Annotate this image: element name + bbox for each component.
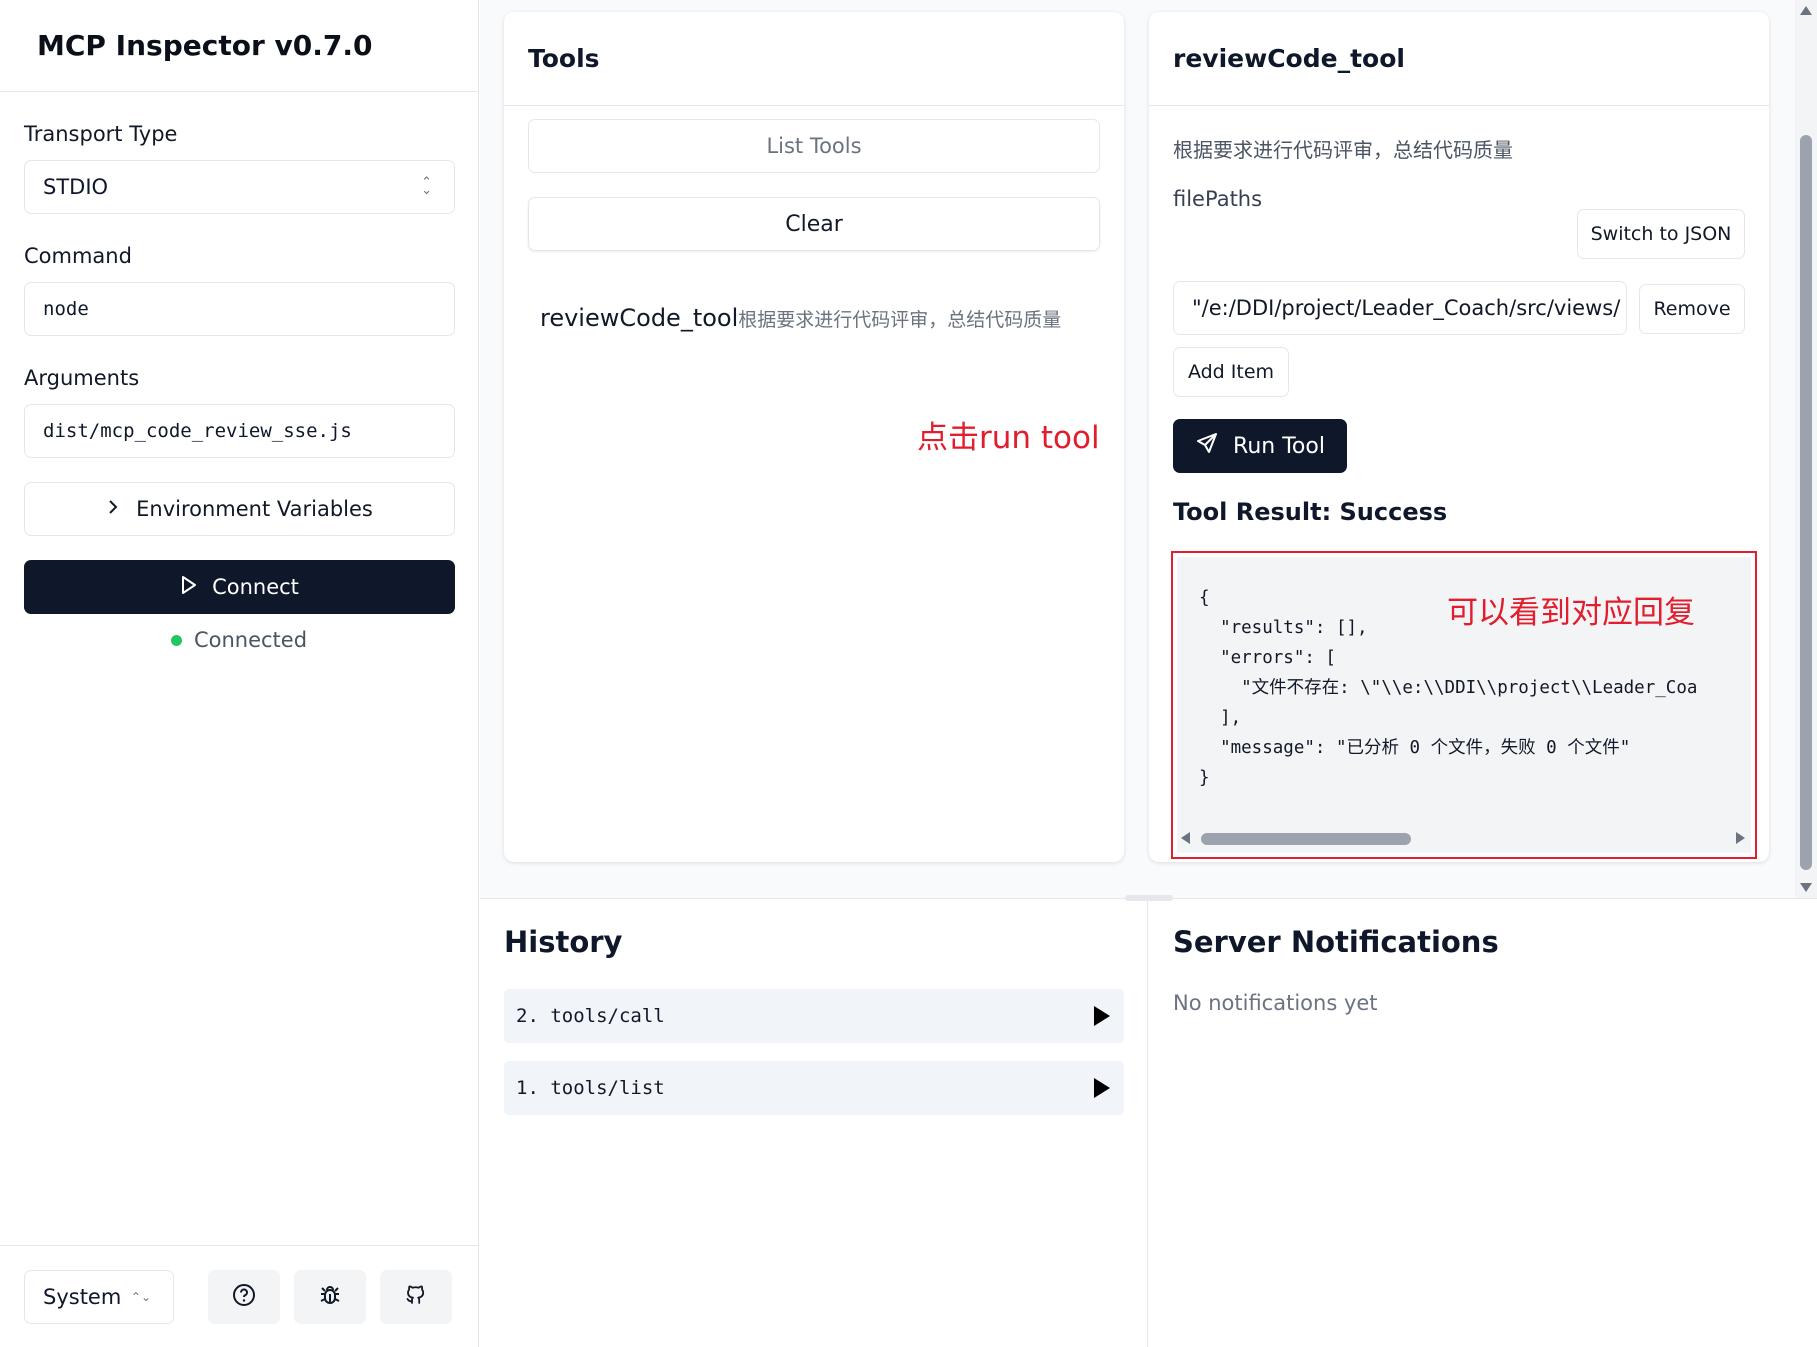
remove-button[interactable]: Remove	[1639, 284, 1745, 334]
tool-detail-description: 根据要求进行代码评审，总结代码质量	[1173, 138, 1513, 162]
switch-to-json-button[interactable]: Switch to JSON	[1577, 209, 1745, 259]
github-icon	[403, 1282, 429, 1312]
result-line: }	[1199, 768, 1210, 788]
notifications-title: Server Notifications	[1173, 925, 1499, 959]
tool-result-pre[interactable]: { "results": [], "errors": [ "文件不存在: \"\…	[1177, 557, 1751, 839]
command-label: Command	[24, 244, 132, 268]
list-tools-button[interactable]: List Tools	[528, 119, 1100, 173]
result-line: "errors": [	[1199, 648, 1336, 668]
tool-result-box: { "results": [], "errors": [ "文件不存在: \"\…	[1171, 551, 1757, 859]
tool-description: 根据要求进行代码评审，总结代码质量	[738, 308, 1062, 331]
history-panel: History 2. tools/call 1. tools/list	[480, 899, 1148, 1347]
tool-result-title: Tool Result: Success	[1173, 498, 1448, 526]
history-item-label: 1. tools/list	[516, 1077, 665, 1099]
arguments-label: Arguments	[24, 366, 140, 390]
transport-type-value: STDIO	[43, 175, 109, 199]
scroll-down-icon[interactable]	[1800, 883, 1812, 892]
app-header: MCP Inspector v0.7.0	[0, 0, 478, 92]
chevron-right-icon	[106, 497, 120, 521]
arguments-input[interactable]: dist/mcp_code_review_sse.js	[24, 404, 455, 458]
result-line: "message": "已分析 0 个文件，失败 0 个文件"	[1199, 738, 1631, 758]
horizontal-scrollbar[interactable]	[1177, 823, 1751, 853]
main-bottom-area: History 2. tools/call 1. tools/list Serv…	[480, 895, 1817, 1347]
expand-triangle-icon	[1094, 1078, 1110, 1098]
command-input[interactable]: node	[24, 282, 455, 336]
file-path-input[interactable]: "/e:/DDI/project/Leader_Coach/src/views/	[1173, 281, 1627, 335]
help-icon	[231, 1282, 257, 1312]
scroll-right-icon[interactable]	[1736, 832, 1745, 844]
annotation-reply: 可以看到对应回复	[1447, 595, 1695, 631]
scroll-left-icon[interactable]	[1181, 832, 1190, 844]
tool-list-item[interactable]: reviewCode_tool 根据要求进行代码评审，总结代码质量	[528, 290, 1100, 346]
arguments-value: dist/mcp_code_review_sse.js	[43, 420, 352, 442]
help-button[interactable]	[208, 1270, 280, 1324]
bug-icon	[317, 1282, 343, 1312]
connect-label: Connect	[212, 575, 299, 599]
result-line: "文件不存在: \"\\e:\\DDI\\project\\Leader_Coa	[1199, 678, 1698, 698]
connect-button[interactable]: Connect	[24, 560, 455, 614]
history-title: History	[504, 925, 623, 959]
param-name-label: filePaths	[1173, 187, 1263, 211]
no-notifications-text: No notifications yet	[1173, 991, 1378, 1015]
sidebar: MCP Inspector v0.7.0 Transport Type STDI…	[0, 0, 479, 1347]
play-icon	[180, 575, 198, 600]
result-line: ],	[1199, 708, 1242, 728]
history-item[interactable]: 2. tools/call	[504, 989, 1124, 1043]
chevron-up-down-icon: ⌃⌄	[130, 1289, 151, 1304]
history-item-label: 2. tools/call	[516, 1005, 665, 1027]
transport-type-select[interactable]: STDIO ⌃ ⌄	[24, 160, 455, 214]
run-tool-label: Run Tool	[1233, 433, 1325, 459]
add-item-button[interactable]: Add Item	[1173, 347, 1289, 397]
debug-button[interactable]	[294, 1270, 366, 1324]
annotation-run-tool: 点击run tool	[917, 420, 1100, 456]
status-dot-icon	[170, 634, 182, 646]
file-path-value: "/e:/DDI/project/Leader_Coach/src/views/	[1192, 296, 1621, 320]
status-text: Connected	[193, 628, 308, 652]
scroll-thumb[interactable]	[1201, 833, 1411, 845]
send-icon	[1195, 431, 1219, 461]
vertical-scrollbar[interactable]	[1795, 0, 1817, 898]
tool-name: reviewCode_tool	[540, 304, 739, 332]
environment-variables-label: Environment Variables	[136, 497, 373, 521]
theme-select[interactable]: System ⌃⌄	[24, 1269, 174, 1324]
connection-status: Connected	[24, 628, 454, 652]
sidebar-footer: System ⌃⌄	[0, 1245, 479, 1347]
tool-detail-title: reviewCode_tool	[1149, 12, 1769, 106]
main-top-area: Tools List Tools Clear reviewCode_tool 根据…	[480, 0, 1817, 898]
chevron-up-down-icon: ⌃⌄	[421, 175, 432, 198]
tools-card: Tools List Tools Clear reviewCode_tool 根据…	[504, 12, 1124, 862]
command-value: node	[43, 298, 89, 320]
expand-triangle-icon	[1094, 1006, 1110, 1026]
history-item[interactable]: 1. tools/list	[504, 1061, 1124, 1115]
tool-detail-card: reviewCode_tool 根据要求进行代码评审，总结代码质量 filePa…	[1149, 12, 1769, 862]
github-button[interactable]	[380, 1270, 452, 1324]
server-notifications-panel: Server Notifications No notifications ye…	[1149, 899, 1817, 1347]
transport-type-label: Transport Type	[24, 122, 178, 146]
scroll-thumb[interactable]	[1800, 135, 1812, 870]
scroll-up-icon[interactable]	[1800, 6, 1812, 15]
tools-title: Tools	[504, 12, 1124, 106]
app-title: MCP Inspector v0.7.0	[37, 29, 373, 62]
run-tool-button[interactable]: Run Tool	[1173, 419, 1347, 473]
theme-value: System	[43, 1284, 122, 1309]
clear-button[interactable]: Clear	[528, 197, 1100, 251]
environment-variables-button[interactable]: Environment Variables	[24, 482, 455, 536]
